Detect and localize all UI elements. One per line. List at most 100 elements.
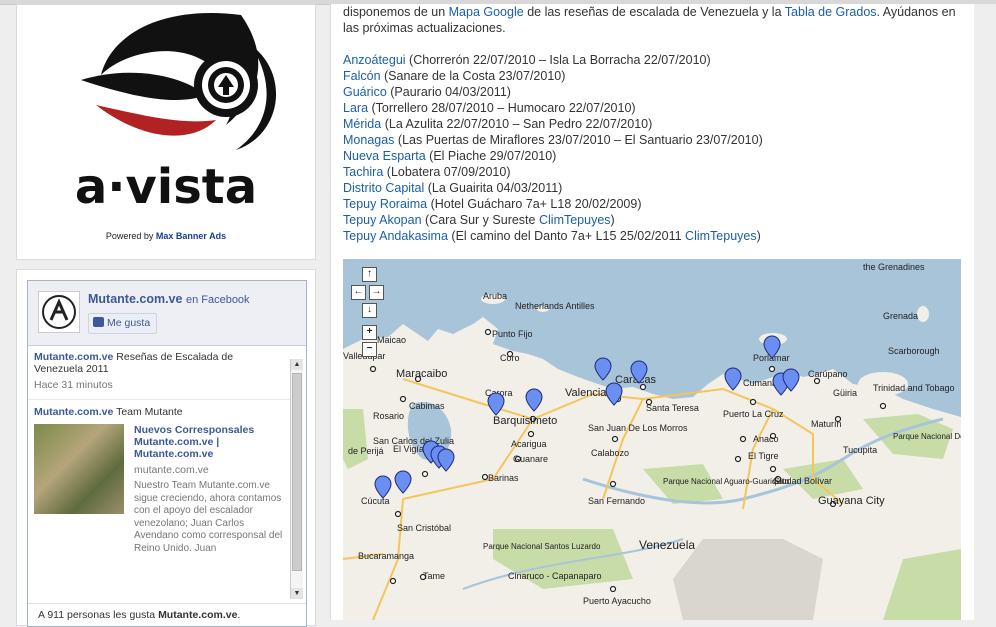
fb-like-count-page[interactable]: Mutante.com.ve — [158, 609, 237, 621]
map-label: Parque Nacional Delta del Orino — [893, 432, 961, 441]
map-label: Tucupita — [843, 445, 877, 455]
region-detail: (La Guairita 04/03/2011) — [427, 181, 563, 195]
fb-post: Mutante.com.ve Reseñas de Escalada de Ve… — [28, 345, 290, 400]
map-label: Guayana City — [818, 495, 885, 507]
map-label: Parque Nacional Aguaro-Guariquito — [663, 477, 790, 486]
region-link[interactable]: Mérida — [343, 117, 381, 131]
fb-card-description: Nuestro Team Mutante.com.ve sigue crecie… — [134, 480, 283, 554]
fb-page-name-link[interactable]: Mutante.com.ve — [88, 292, 182, 306]
pan-up-button[interactable]: ↑ — [362, 267, 377, 282]
fb-post-author[interactable]: Mutante.com.ve — [34, 351, 113, 363]
fb-card-thumbnail[interactable] — [34, 424, 124, 514]
facebook-like-box: Mutante.com.ve en Facebook Me gusta Muta… — [27, 280, 307, 627]
region-detail: (Las Puertas de Miraflores 23/07/2010 – … — [397, 133, 763, 147]
region-detail-tail: ) — [610, 213, 615, 227]
region-link[interactable]: Tachira — [343, 165, 383, 179]
map-label: Santa Teresa — [646, 403, 699, 413]
fb-stream-scrollbar[interactable]: ▲ ▼ — [290, 359, 303, 599]
fb-card-title[interactable]: Nuevos Corresponsales Mutante.com.ve | M… — [134, 424, 284, 460]
region-link[interactable]: Tepuy Akopan — [343, 213, 422, 227]
region-item: Lara (Torrellero 28/07/2010 – Humocaro 2… — [343, 100, 968, 116]
region-detail-tail: ) — [756, 229, 761, 243]
scroll-down-arrow-icon[interactable]: ▼ — [291, 588, 303, 599]
region-link[interactable]: Anzoátegui — [343, 53, 406, 67]
map-label: Carúpano — [808, 369, 848, 379]
region-list: Anzoátegui (Chorrerón 22/07/2010 – Isla … — [343, 52, 968, 244]
powered-by-text: Powered by Max Banner Ads — [17, 231, 315, 241]
map-label: Coro — [500, 353, 520, 363]
scrollbar-thumb[interactable] — [292, 373, 302, 571]
region-link[interactable]: Distrito Capital — [343, 181, 424, 195]
region-detail: (Paurario 04/03/2011) — [390, 85, 511, 99]
region-link[interactable]: Falcón — [343, 69, 381, 83]
map-label: Guanare — [513, 454, 548, 464]
map-label: de Perijá — [348, 446, 384, 456]
region-detail: (El Piache 29/07/2010) — [429, 149, 557, 163]
map-label: San Fernando — [588, 496, 645, 506]
region-link[interactable]: Nueva Esparta — [343, 149, 426, 163]
map-label: Trinidad and Tobago — [873, 383, 955, 393]
zoom-out-button[interactable]: − — [362, 342, 377, 357]
region-item: Anzoátegui (Chorrerón 22/07/2010 – Isla … — [343, 52, 968, 68]
max-banner-ads-link[interactable]: Max Banner Ads — [156, 231, 226, 241]
fb-card-body: Nuevos Corresponsales Mutante.com.ve | M… — [134, 424, 284, 555]
map-label: Bucaramanga — [358, 551, 414, 561]
map-label: El Vigía — [393, 444, 424, 454]
map-label: Rosario — [373, 411, 404, 421]
map-label: Maracaibo — [396, 368, 447, 380]
fb-on-facebook-link[interactable]: en Facebook — [186, 294, 250, 306]
thumbs-up-icon — [93, 317, 104, 327]
map-label: Netherlands Antilles — [515, 301, 595, 311]
region-item: Guárico (Paurario 04/03/2011) — [343, 84, 968, 100]
zoom-in-button[interactable]: + — [362, 325, 377, 340]
powered-prefix: Powered by — [105, 231, 154, 241]
fb-stream[interactable]: Mutante.com.ve Reseñas de Escalada de Ve… — [28, 345, 290, 595]
region-link[interactable]: Tepuy Roraima — [343, 197, 427, 211]
map-pin-icon[interactable] — [594, 357, 612, 381]
region-link[interactable]: Lara — [343, 101, 368, 115]
fb-like-button[interactable]: Me gusta — [88, 313, 158, 334]
google-map-link[interactable]: Mapa Google — [449, 5, 524, 19]
map-label: Valencia — [565, 387, 607, 399]
intro-text-1: disponemos de un — [343, 5, 446, 19]
map-label: Barinas — [488, 473, 519, 483]
fb-post-time[interactable]: Hace 31 minutos — [34, 379, 284, 391]
fb-post: Mutante.com.ve Team Mutante Nuevos Corre… — [28, 400, 290, 563]
fb-link-card[interactable]: Nuevos Corresponsales Mutante.com.ve | M… — [34, 424, 284, 555]
grades-table-link[interactable]: Tabla de Grados — [785, 5, 877, 19]
avista-logo[interactable]: a·vista — [41, 5, 291, 225]
map-label: Calabozo — [591, 448, 629, 458]
region-link[interactable]: Tepuy Andakasima — [343, 229, 448, 243]
fb-page-title: Mutante.com.ve en Facebook — [88, 292, 250, 306]
pan-down-button[interactable]: ↓ — [362, 303, 377, 318]
map-label: Ciudad Bolívar — [773, 476, 832, 486]
region-link[interactable]: Guárico — [343, 85, 387, 99]
scroll-up-arrow-icon[interactable]: ▲ — [291, 359, 303, 370]
region-link[interactable]: Monagas — [343, 133, 394, 147]
region-detail: (Torrellero 28/07/2010 – Humocaro 22/07/… — [371, 101, 636, 115]
map-label: Parque Nacional Santos Luzardo — [483, 542, 601, 551]
region-item: Tepuy Andakasima (El camino del Danto 7a… — [343, 228, 968, 244]
region-item: Monagas (Las Puertas de Miraflores 23/07… — [343, 132, 968, 148]
map-label: the Grenadines — [863, 262, 925, 272]
fb-page-avatar[interactable] — [38, 291, 80, 333]
region-item: Tepuy Akopan (Cara Sur y Sureste ClimTep… — [343, 212, 968, 228]
fb-like-count-prefix: A 911 personas les gusta — [38, 609, 156, 621]
map-label: Cabimas — [409, 401, 445, 411]
map-label: Maturín — [811, 419, 842, 429]
map-label: Tame — [423, 571, 445, 581]
intro-paragraph: disponemos de un Mapa Google de las rese… — [343, 4, 968, 36]
map-label: Cinaruco - Capanaparo — [508, 571, 602, 581]
map-label: Güiria — [833, 388, 857, 398]
fb-post-author[interactable]: Mutante.com.ve — [34, 406, 113, 418]
map-canvas[interactable]: the Grenadines Grenada Aruba Netherlands… — [343, 259, 961, 620]
fb-like-count: A 911 personas les gusta Mutante.com.ve. — [28, 603, 306, 626]
ad-banner[interactable]: a·vista Powered by Max Banner Ads — [16, 4, 316, 260]
map-label: San Cristóbal — [397, 523, 451, 533]
pan-left-button[interactable]: ← — [351, 285, 366, 300]
google-map[interactable]: the Grenadines Grenada Aruba Netherlands… — [343, 259, 961, 620]
climtepuyes-link[interactable]: ClimTepuyes — [539, 213, 611, 227]
climtepuyes-link[interactable]: ClimTepuyes — [685, 229, 757, 243]
pan-right-button[interactable]: → — [369, 285, 384, 300]
map-label: Scarborough — [888, 346, 940, 356]
